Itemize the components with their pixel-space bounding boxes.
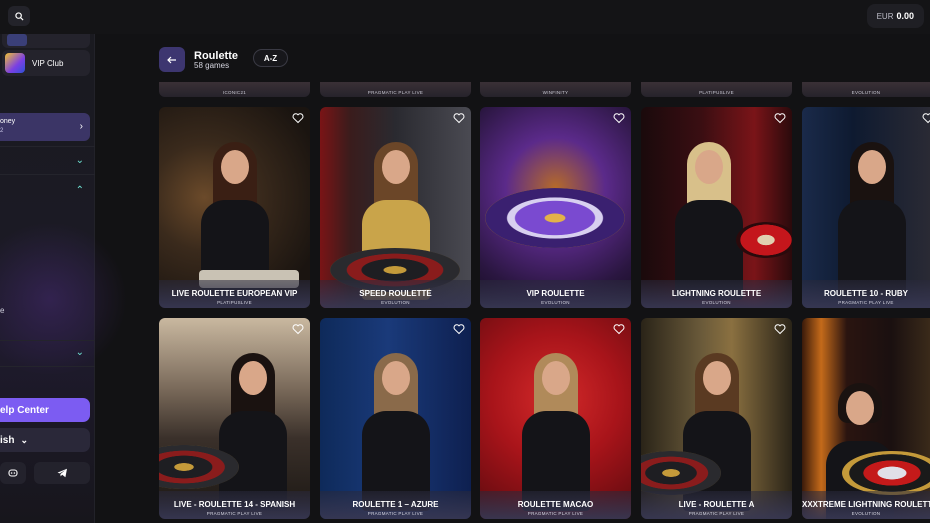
dealer-image [213, 339, 293, 511]
game-card[interactable]: ROULETTE 1 – AZURE PRAGMATIC PLAY LIVE [320, 318, 471, 519]
provider-label: ICONIC21 [222, 90, 247, 95]
balance-amount: 0.00 [896, 11, 914, 21]
game-provider: PRAGMATIC PLAY LIVE [527, 511, 584, 516]
provider-label: EVOLUTION [851, 90, 881, 95]
game-card[interactable]: LIVE ROULETTE EUROPEAN VIP PLATIPUSLIVE [159, 107, 310, 308]
game-name: SPEED ROULETTE [359, 289, 432, 298]
cashback-icon [7, 34, 27, 46]
game-provider: PRAGMATIC PLAY LIVE [688, 511, 745, 516]
game-card-partial[interactable]: PLATIPUSLIVE [641, 82, 792, 97]
game-card[interactable]: VIP ROULETTE EVOLUTION [480, 107, 631, 308]
sidebar-collapsible-1[interactable]: ⌄ [0, 152, 90, 172]
chevron-right-icon: › [79, 121, 83, 132]
game-card[interactable]: ROULETTE MACAO PRAGMATIC PLAY LIVE [480, 318, 631, 519]
sidebar-item-money[interactable]: oney 2 › [0, 113, 90, 141]
game-name: LIVE ROULETTE EUROPEAN VIP [171, 289, 298, 298]
divider [0, 146, 95, 147]
game-card[interactable]: SPEED ROULETTE EVOLUTION [320, 107, 471, 308]
sidebar-collapsible-3[interactable]: ⌄ [0, 344, 90, 364]
arrow-left-icon [167, 56, 176, 63]
lightning-wheel-image [736, 222, 792, 258]
divider [0, 366, 95, 367]
game-card-partial[interactable]: PRAGMATIC PLAY LIVE [320, 82, 471, 97]
game-card[interactable]: XXXTREME LIGHTNING ROULETTE EVOLUTION [802, 318, 930, 519]
game-name: ROULETTE 10 - RUBY [823, 289, 908, 298]
game-card[interactable]: LIGHTNING ROULETTE EVOLUTION [641, 107, 792, 308]
provider-label: PLATIPUSLIVE [699, 90, 734, 95]
dealer-image [516, 339, 596, 511]
game-card[interactable]: LIVE - ROULETTE A PRAGMATIC PLAY LIVE [641, 318, 792, 519]
divider [0, 174, 95, 175]
game-provider: PRAGMATIC PLAY LIVE [367, 511, 424, 516]
heart-icon[interactable] [292, 323, 304, 335]
game-name: XXXTREME LIGHTNING ROULETTE [802, 500, 930, 509]
search-button[interactable] [8, 6, 30, 26]
game-card[interactable]: ROULETTE 10 - RUBY PRAGMATIC PLAY LIVE [802, 107, 930, 308]
heart-icon[interactable] [922, 112, 930, 124]
top-bar: EUR 0.00 [0, 0, 930, 34]
game-name: LIVE - ROULETTE 14 - SPANISH [173, 500, 296, 509]
chevron-down-icon: ⌄ [75, 155, 84, 166]
chevron-up-icon: ⌃ [75, 185, 84, 196]
provider-label: WINFINITY [542, 90, 569, 95]
dealer-image [669, 128, 749, 300]
game-name: ROULETTE 1 – AZURE [352, 500, 439, 509]
heart-icon[interactable] [774, 323, 786, 335]
dealer-image [832, 128, 912, 300]
sidebar-item-partial[interactable] [2, 34, 90, 48]
sidebar-collapsible-2[interactable]: ⌃ [0, 178, 90, 198]
dealer-image [356, 128, 436, 300]
game-provider: EVOLUTION [851, 511, 881, 516]
back-button[interactable] [159, 47, 185, 72]
game-card-partial[interactable]: ICONIC21 [159, 82, 310, 97]
discord-icon [8, 469, 18, 477]
game-name: LIVE - ROULETTE A [678, 500, 755, 509]
chevron-down-icon: ⌄ [20, 434, 28, 445]
telegram-button[interactable] [34, 462, 90, 484]
language-selector[interactable]: ish ⌄ [0, 428, 90, 452]
sort-az-button[interactable]: A-Z [253, 49, 288, 67]
roulette-wheel-image [485, 188, 625, 248]
game-provider: PRAGMATIC PLAY LIVE [838, 300, 894, 305]
heart-icon[interactable] [453, 112, 465, 124]
vip-icon [5, 53, 25, 73]
search-icon [14, 11, 24, 21]
sidebar: VIP Club oney 2 › ⌄ ⌃ e ⌄ elp Center ish… [0, 34, 130, 523]
heart-icon[interactable] [613, 112, 625, 124]
balance-currency: EUR [876, 11, 894, 21]
chevron-down-icon: ⌄ [75, 347, 84, 358]
game-card-partial[interactable]: EVOLUTION [802, 82, 930, 97]
heart-icon[interactable] [453, 323, 465, 335]
dealer-image [356, 339, 436, 511]
sidebar-item-vip-club[interactable]: VIP Club [2, 50, 90, 76]
games-count: 58 games [194, 61, 230, 70]
game-name: LIGHTNING ROULETTE [671, 289, 762, 298]
telegram-icon [57, 468, 67, 478]
heart-icon[interactable] [774, 112, 786, 124]
game-provider: PLATIPUSLIVE [217, 300, 252, 305]
help-center-label: elp Center [0, 404, 49, 416]
game-provider: PRAGMATIC PLAY LIVE [206, 511, 263, 516]
game-provider: EVOLUTION [541, 300, 570, 305]
help-center-button[interactable]: elp Center [0, 398, 90, 422]
game-provider: EVOLUTION [381, 300, 410, 305]
vip-label: VIP Club [32, 58, 64, 68]
discord-button[interactable] [0, 462, 26, 484]
money-sub: 2 [0, 128, 4, 134]
game-name: VIP ROULETTE [526, 289, 585, 298]
heart-icon[interactable] [292, 112, 304, 124]
money-label: oney [0, 118, 16, 125]
provider-label: PRAGMATIC PLAY LIVE [367, 90, 424, 95]
divider [0, 340, 95, 341]
game-provider: EVOLUTION [702, 300, 731, 305]
balance-display[interactable]: EUR 0.00 [866, 4, 924, 28]
game-card[interactable]: LIVE - ROULETTE 14 - SPANISH PRAGMATIC P… [159, 318, 310, 519]
language-label: ish [0, 434, 15, 446]
game-card-partial[interactable]: WINFINITY [480, 82, 631, 97]
game-name: ROULETTE MACAO [517, 500, 594, 509]
sidebar-item-partial-e[interactable]: e [0, 306, 4, 315]
heart-icon[interactable] [613, 323, 625, 335]
